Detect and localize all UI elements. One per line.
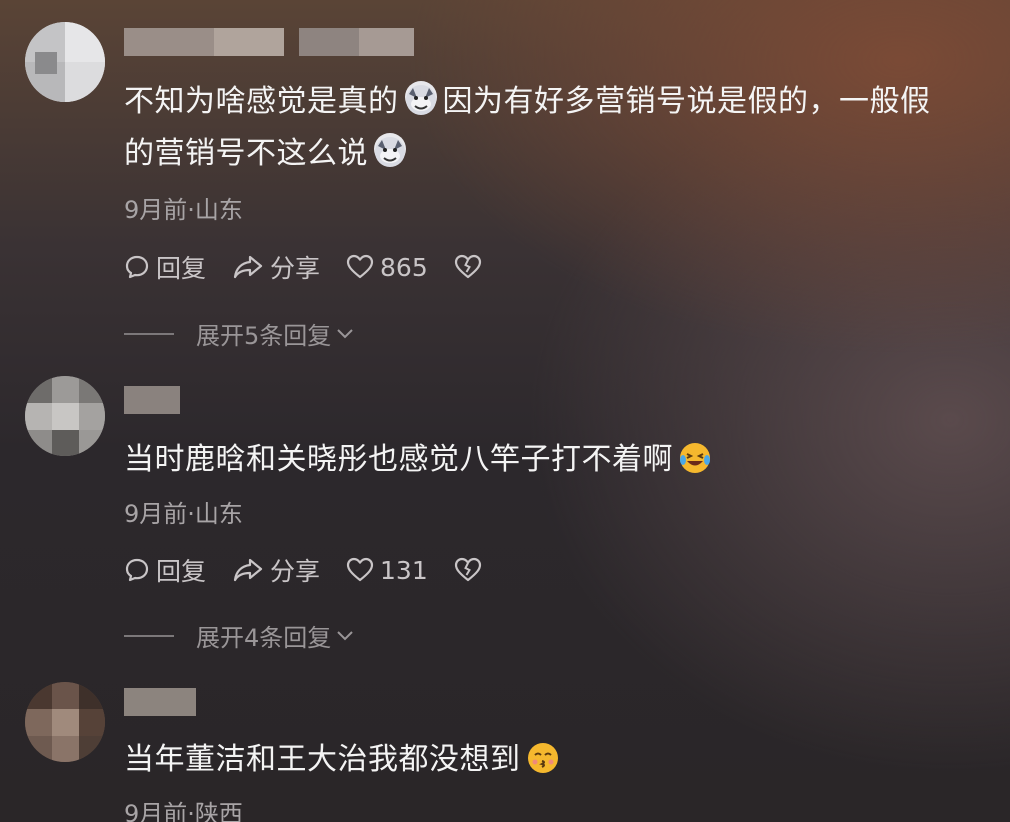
broken-heart-icon — [454, 254, 481, 279]
dislike-button[interactable] — [454, 254, 488, 280]
like-button[interactable]: 865 — [346, 253, 428, 282]
comment-item: 不知为啥感觉是真的 因为有好多营销号说是假的，一般假 的营销号不这么说 9月前·… — [0, 0, 1010, 360]
kissing-face-icon — [527, 739, 559, 773]
comment-actions: 回复 分享 865 — [124, 249, 514, 285]
username-blurred[interactable] — [124, 688, 204, 716]
reply-button[interactable]: 回复 — [124, 552, 206, 588]
like-button[interactable]: 131 — [346, 556, 428, 585]
comment-meta: 9月前·山东 — [124, 196, 243, 224]
expand-replies-button[interactable]: 展开4条回复 — [124, 618, 355, 653]
username-blurred[interactable] — [124, 386, 184, 414]
avatar[interactable] — [25, 682, 105, 762]
reply-icon — [125, 255, 149, 279]
avatar[interactable] — [25, 376, 105, 456]
comment-item: 当年董洁和王大治我都没想到 9月前·陕西 — [0, 660, 1010, 822]
dislike-button[interactable] — [454, 557, 488, 583]
username-blurred[interactable] — [124, 28, 424, 56]
chevron-down-icon — [337, 630, 353, 640]
comment-actions: 回复 分享 131 — [124, 552, 514, 588]
expand-replies-button[interactable]: 展开5条回复 — [124, 316, 355, 351]
heart-icon — [346, 254, 374, 279]
divider-line — [124, 332, 174, 335]
share-icon — [233, 558, 263, 582]
chevron-down-icon — [337, 328, 353, 338]
broken-heart-icon — [454, 557, 481, 582]
wolf-face-icon — [374, 133, 406, 167]
reply-button[interactable]: 回复 — [124, 249, 206, 285]
comment-text: 不知为啥感觉是真的 因为有好多营销号说是假的，一般假 的营销号不这么说 — [124, 76, 1004, 180]
comment-meta: 9月前·陕西 — [124, 800, 243, 822]
share-icon — [233, 255, 263, 279]
comment-text: 当时鹿晗和关晓彤也感觉八竿子打不着啊 — [124, 434, 1004, 486]
laughing-crying-icon — [679, 439, 711, 473]
like-count: 131 — [380, 555, 428, 585]
share-button[interactable]: 分享 — [232, 552, 320, 588]
comment-meta: 9月前·山东 — [124, 500, 243, 528]
avatar[interactable] — [25, 22, 105, 102]
like-count: 865 — [380, 252, 428, 282]
wolf-face-icon — [404, 81, 437, 115]
divider-line — [124, 634, 174, 637]
heart-icon — [346, 557, 374, 582]
comment-text: 当年董洁和王大治我都没想到 — [124, 734, 1004, 786]
reply-icon — [125, 558, 149, 582]
share-button[interactable]: 分享 — [232, 249, 320, 285]
comment-item: 当时鹿晗和关晓彤也感觉八竿子打不着啊 9月前·山东 回复 分享 131 展开4条… — [0, 360, 1010, 660]
